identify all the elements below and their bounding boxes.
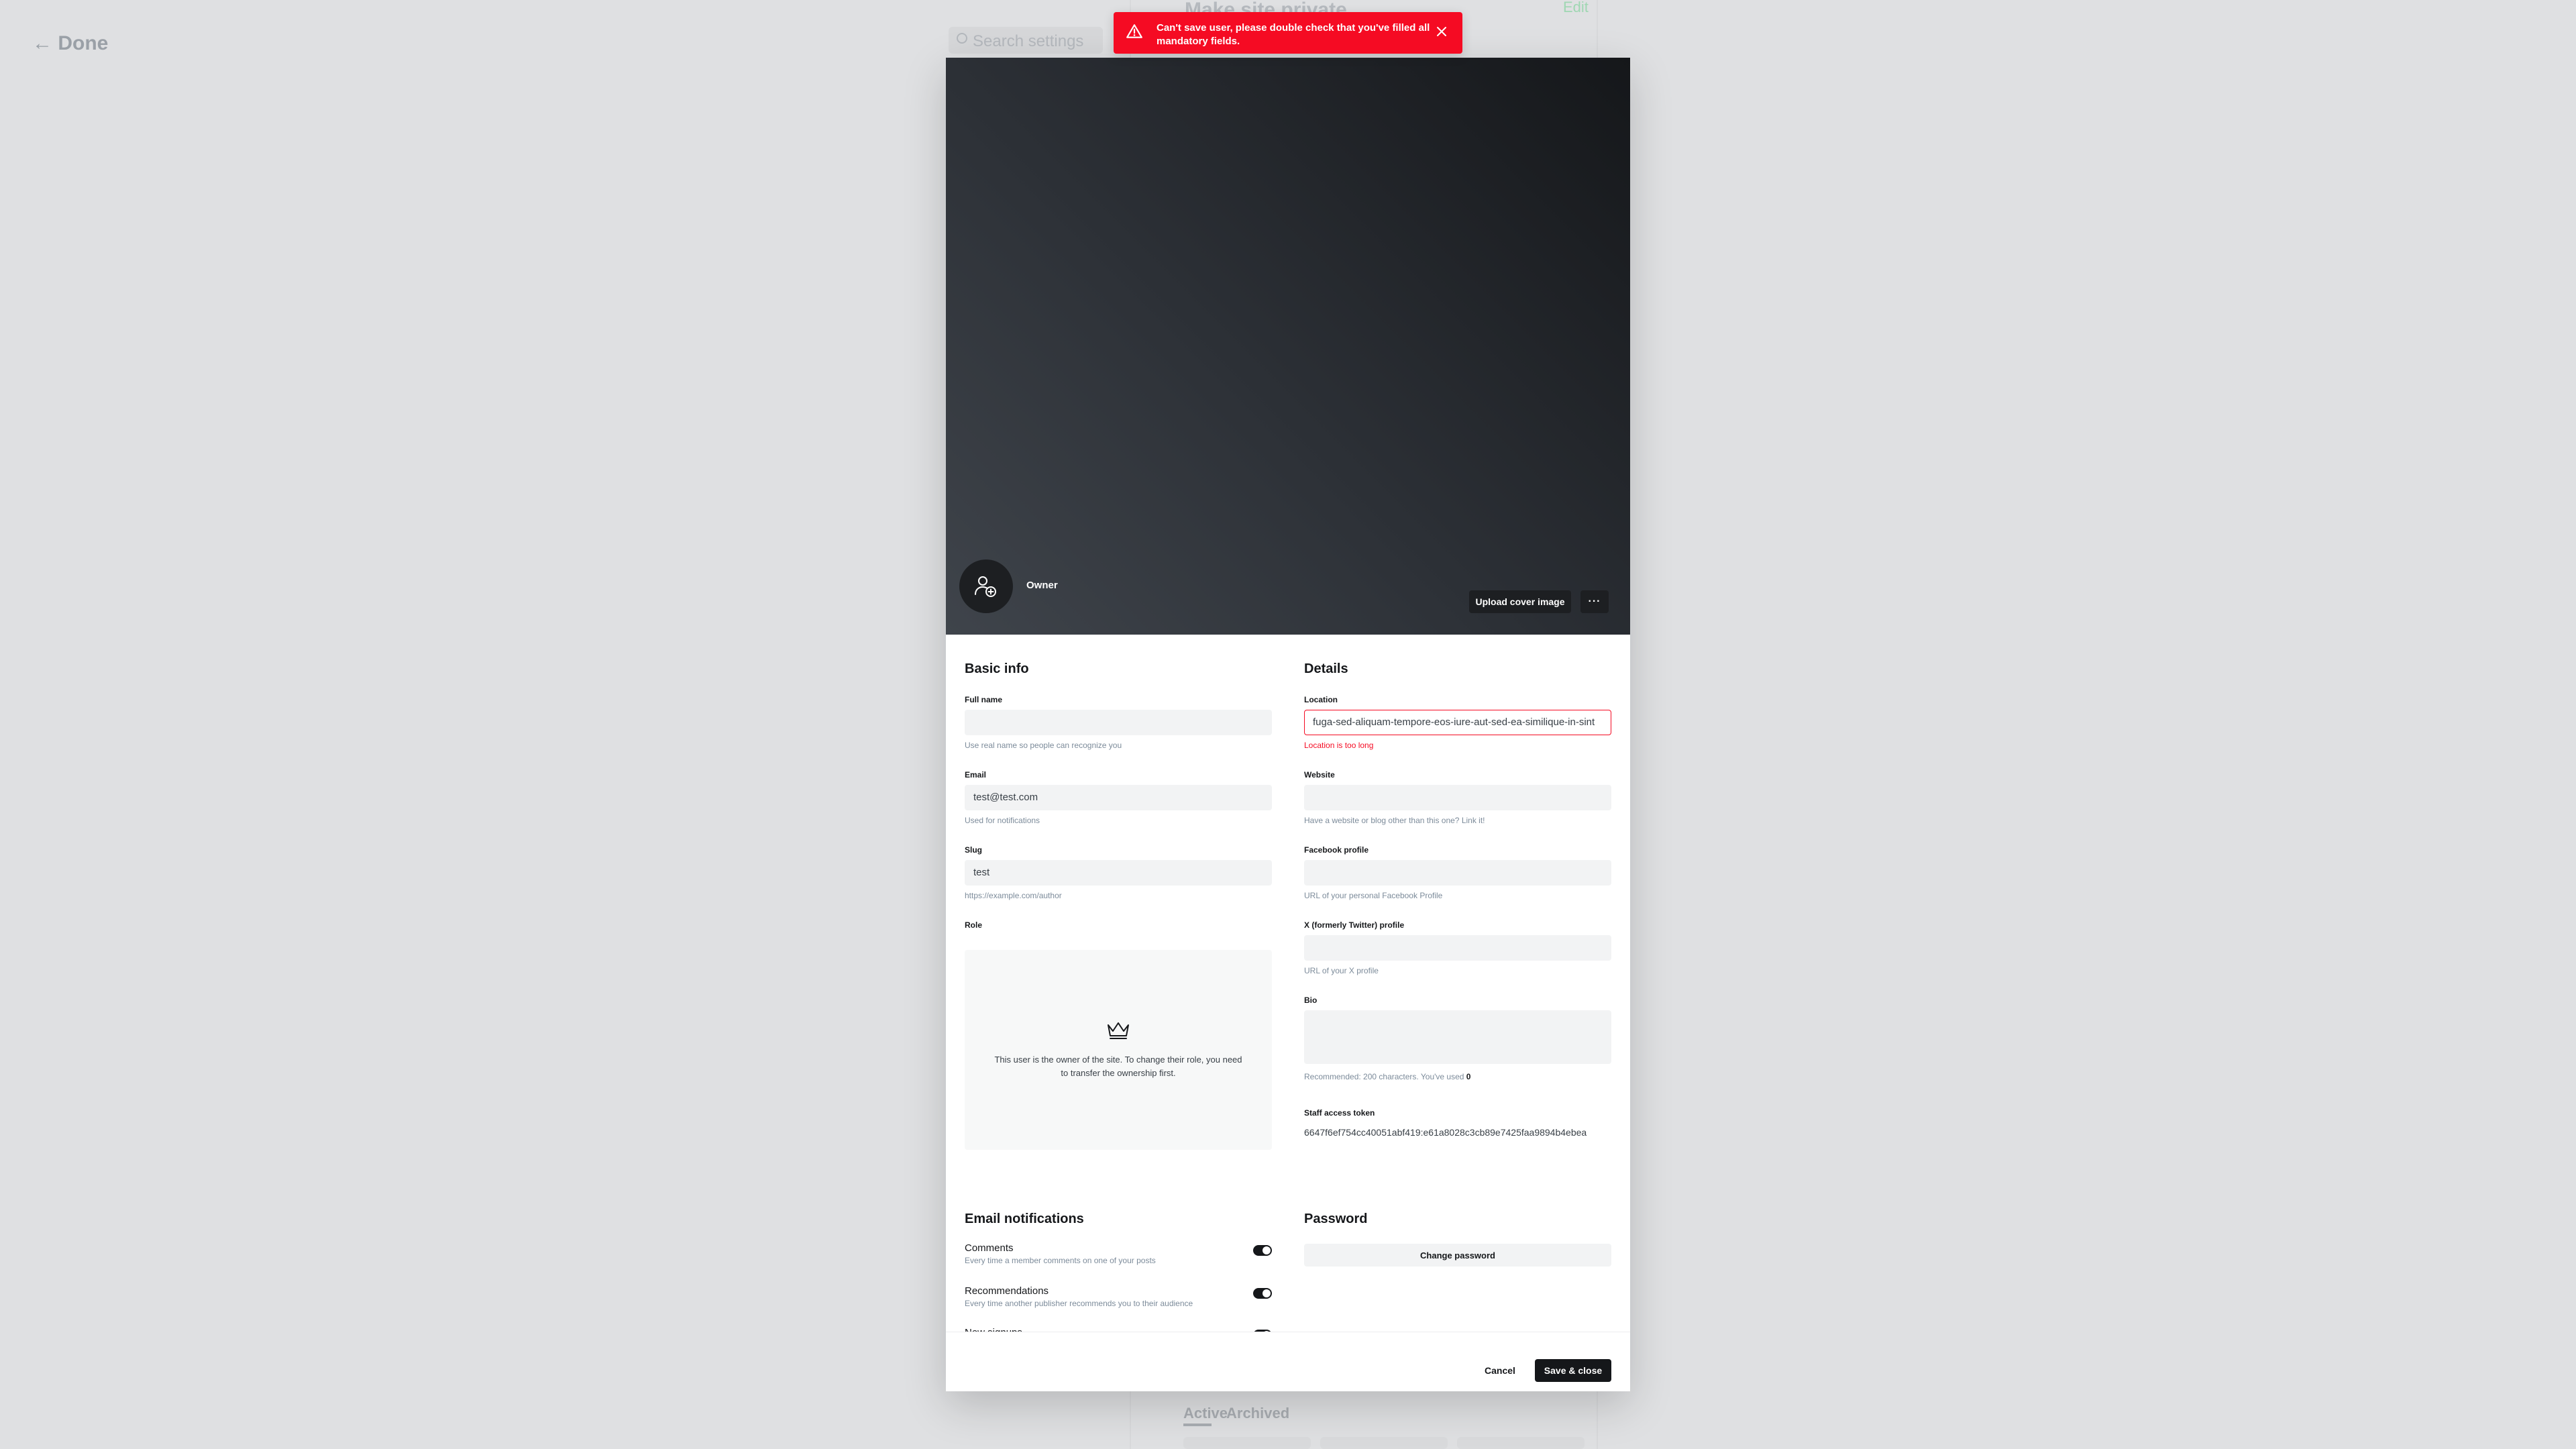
- bio-hint: Recommended: 200 characters. You've used…: [1304, 1072, 1470, 1081]
- comments-toggle[interactable]: [1253, 1245, 1272, 1256]
- full-name-label: Full name: [965, 695, 1003, 704]
- facebook-hint: URL of your personal Facebook Profile: [1304, 891, 1443, 900]
- close-icon: [1437, 27, 1446, 36]
- location-input[interactable]: fuga-sed-aliquam-tempore-eos-iure-aut-se…: [1304, 710, 1611, 735]
- website-hint: Have a website or blog other than this o…: [1304, 816, 1485, 825]
- website-input[interactable]: [1304, 785, 1611, 810]
- background-card: [1457, 1437, 1585, 1449]
- error-toast: Can't save user, please double check tha…: [1114, 12, 1462, 54]
- cancel-button[interactable]: Cancel: [1473, 1359, 1527, 1382]
- bio-label: Bio: [1304, 996, 1318, 1005]
- search-placeholder: Search settings: [973, 32, 1084, 50]
- search-icon: [957, 33, 967, 44]
- email-label: Email: [965, 770, 987, 780]
- toast-message: Can't save user, please double check tha…: [1157, 22, 1430, 47]
- notif-recommendations-title: Recommendations: [965, 1285, 1049, 1297]
- more-actions-button[interactable]: ···: [1580, 590, 1609, 613]
- crown-icon: [1108, 1022, 1129, 1039]
- change-password-button[interactable]: Change password: [1304, 1244, 1611, 1267]
- notif-recommendations-desc: Every time another publisher recommends …: [965, 1299, 1193, 1308]
- save-close-button[interactable]: Save & close: [1535, 1359, 1611, 1382]
- basic-info-title: Basic info: [965, 661, 1029, 676]
- upload-cover-button[interactable]: Upload cover image: [1469, 590, 1571, 613]
- tab-underline: [1183, 1424, 1212, 1426]
- user-settings-modal: Owner Upload cover image ··· Basic info …: [946, 58, 1630, 1391]
- bio-hint-text: Recommended: 200 characters. You've used: [1304, 1072, 1464, 1081]
- owner-role-message: This user is the owner of the site. To c…: [994, 1055, 1242, 1078]
- user-add-icon: [975, 576, 996, 597]
- role-label: Owner: [1026, 580, 1058, 591]
- notif-comments-desc: Every time a member comments on one of y…: [965, 1256, 1156, 1265]
- location-error: Location is too long: [1304, 741, 1374, 750]
- token-label: Staff access token: [1304, 1108, 1375, 1118]
- twitter-input[interactable]: [1304, 935, 1611, 961]
- tab-archived: Archived: [1226, 1405, 1290, 1421]
- email-input[interactable]: test@test.com: [965, 785, 1272, 810]
- location-label: Location: [1304, 695, 1338, 704]
- full-name-hint: Use real name so people can recognize yo…: [965, 741, 1122, 750]
- password-title: Password: [1304, 1212, 1368, 1226]
- done-link: ← Done: [32, 32, 109, 54]
- modal-footer: Cancel Save & close: [946, 1332, 1630, 1391]
- facebook-input[interactable]: [1304, 860, 1611, 885]
- background-card: [1320, 1437, 1448, 1449]
- details-title: Details: [1304, 661, 1348, 676]
- owner-role-box: This user is the owner of the site. To c…: [965, 950, 1272, 1150]
- bio-textarea[interactable]: [1304, 1010, 1611, 1064]
- background-edit-link: Edit: [1563, 0, 1589, 15]
- avatar-upload-button[interactable]: [959, 559, 1013, 613]
- warning-icon: [1126, 24, 1142, 38]
- role-field-label: Role: [965, 920, 983, 930]
- facebook-label: Facebook profile: [1304, 845, 1369, 855]
- notif-comments-title: Comments: [965, 1242, 1014, 1254]
- toast-close-button[interactable]: [1433, 23, 1450, 40]
- slug-hint: https://example.com/author: [965, 891, 1062, 900]
- background-card: [1183, 1437, 1311, 1449]
- website-label: Website: [1304, 770, 1335, 780]
- twitter-label: X (formerly Twitter) profile: [1304, 920, 1405, 930]
- slug-input[interactable]: test: [965, 860, 1272, 885]
- full-name-input[interactable]: [965, 710, 1272, 735]
- slug-label: Slug: [965, 845, 982, 855]
- email-hint: Used for notifications: [965, 816, 1040, 825]
- settings-search-input: Search settings: [949, 27, 1103, 54]
- email-notifications-title: Email notifications: [965, 1212, 1084, 1226]
- twitter-hint: URL of your X profile: [1304, 966, 1379, 975]
- tab-active: Active: [1183, 1405, 1228, 1421]
- cover-image: Owner Upload cover image ···: [946, 58, 1630, 635]
- recommendations-toggle[interactable]: [1253, 1288, 1272, 1299]
- staff-access-token: 6647f6ef754cc40051abf419:e61a8028c3cb89e…: [1304, 1127, 1587, 1138]
- bio-char-count: 0: [1466, 1072, 1471, 1081]
